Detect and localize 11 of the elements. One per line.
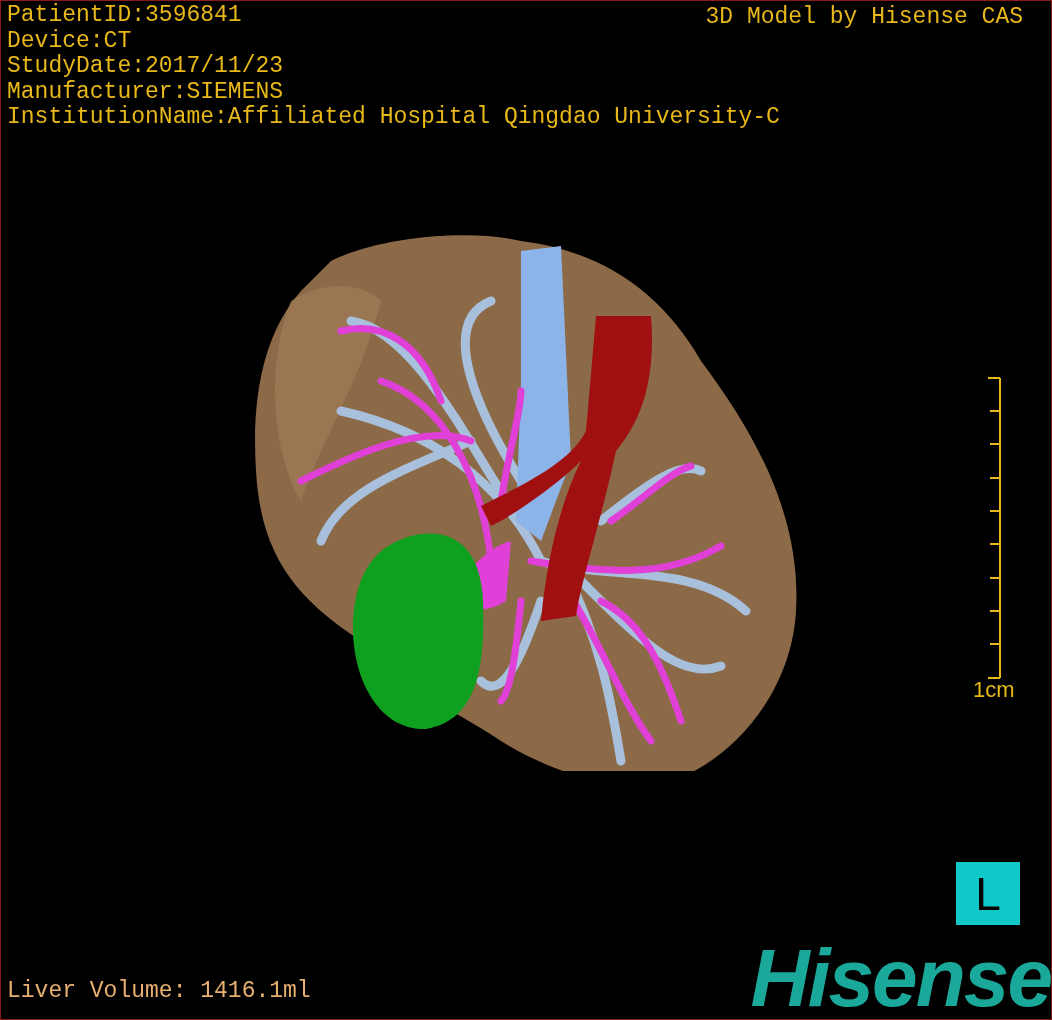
patient-info-line: InstitutionName:Affiliated Hospital Qingdao University-C <box>7 105 780 131</box>
liver-volume-text: Liver Volume: 1416.1ml <box>7 977 311 1005</box>
scale-label: 1cm <box>973 677 1015 703</box>
scale-bar-icon <box>987 377 1003 679</box>
model-credit-text: 3D Model by Hisense CAS <box>705 3 1023 31</box>
patient-info-line: StudyDate:2017/11/23 <box>7 54 284 80</box>
orientation-marker: L <box>956 862 1020 925</box>
patient-info-line: Device:CT <box>7 28 132 54</box>
brand-logo: Hisense <box>750 937 1051 1019</box>
patient-info-line: Manufacturer:SIEMENS <box>7 79 284 105</box>
patient-info-line: PatientID:3596841 <box>7 3 242 29</box>
